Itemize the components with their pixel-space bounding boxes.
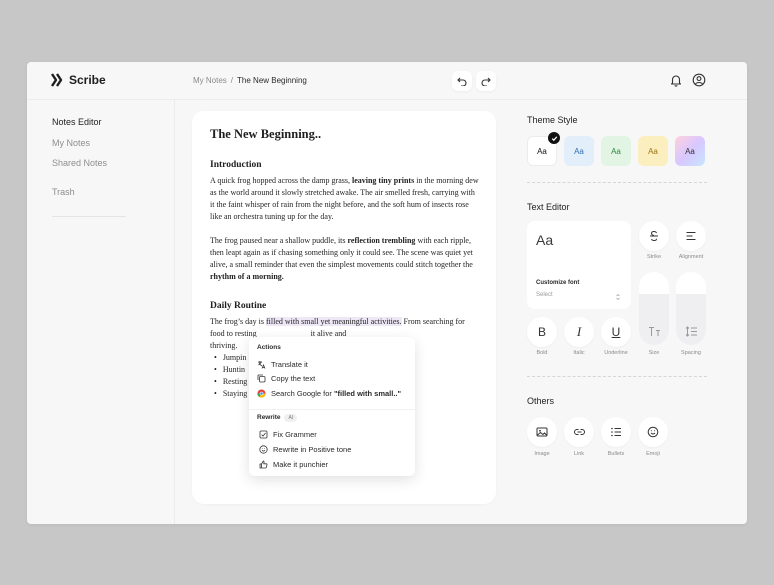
menu-item-label: Translate it (271, 360, 308, 369)
link-button[interactable] (564, 417, 594, 447)
size-slider[interactable] (639, 272, 669, 345)
actions-section-label: Actions (257, 344, 281, 351)
emoji-button[interactable] (638, 417, 668, 447)
strike-button[interactable] (639, 221, 669, 251)
size-slider-fill (639, 293, 669, 345)
scribe-logo-icon (51, 73, 63, 87)
menu-item-label: Copy the text (271, 374, 316, 383)
ai-badge: AI (284, 414, 298, 422)
alignment-label: Alignment (678, 254, 704, 260)
customize-font-label: Customize font (536, 280, 580, 286)
top-bar: Scribe My Notes / The New Beginning (27, 62, 747, 100)
menu-item-label: Search Google for "filled with small.." (271, 389, 402, 398)
app-logo[interactable]: Scribe (51, 73, 106, 87)
emoji-label: Emoji (646, 451, 660, 457)
menu-item-label: Make it punchier (273, 460, 329, 469)
size-label: Size (648, 350, 660, 356)
sidebar-item-trash[interactable]: Trash (52, 187, 75, 197)
spacing-slider[interactable] (676, 272, 706, 345)
routine-heading: Daily Routine (210, 301, 267, 311)
strike-label: Strike (646, 254, 662, 260)
translate-icon (258, 361, 266, 369)
menu-item-translate[interactable]: Translate it (257, 358, 308, 371)
breadcrumb: My Notes / The New Beginning (193, 76, 307, 85)
italic-label: Italic (573, 350, 585, 356)
sidebar-item-shared-notes[interactable]: Shared Notes (52, 158, 107, 168)
bullets-label: Bullets (607, 451, 625, 457)
menu-item-copy[interactable]: Copy the text (257, 372, 315, 385)
text-editor-title: Text Editor (527, 202, 570, 212)
undo-button[interactable] (452, 71, 472, 91)
smile-icon (259, 445, 268, 454)
bold-button[interactable]: B (527, 317, 557, 347)
breadcrumb-current: The New Beginning (237, 76, 307, 85)
menu-item-rewrite-positive[interactable]: Rewrite in Positive tone (259, 443, 351, 456)
sidebar-item-my-notes[interactable]: My Notes (52, 138, 90, 148)
intro-paragraph-2: The frog paused near a shallow puddle, i… (210, 236, 473, 281)
section-divider (527, 182, 707, 183)
checkbox-icon (259, 430, 268, 439)
bell-icon[interactable] (669, 73, 683, 87)
theme-style-title: Theme Style (527, 115, 578, 125)
sidebar-item-notes-editor[interactable]: Notes Editor (52, 117, 102, 127)
image-label: Image (534, 451, 550, 457)
font-preview: Aa (536, 232, 554, 248)
selected-check-icon (548, 132, 560, 144)
user-avatar-icon[interactable] (692, 73, 706, 87)
underline-button[interactable]: U (601, 317, 631, 347)
menu-item-fix-grammar[interactable]: Fix Grammer (259, 428, 317, 441)
breadcrumb-separator: / (230, 76, 234, 85)
menu-item-label: Fix Grammer (273, 430, 317, 439)
link-label: Link (573, 451, 585, 457)
bullets-button[interactable] (601, 417, 631, 447)
document-title: The New Beginning.. (210, 127, 322, 141)
image-button[interactable] (527, 417, 557, 447)
selected-text: filled with small yet meaningful activit… (266, 317, 402, 326)
menu-item-label: Rewrite in Positive tone (273, 445, 352, 454)
theme-swatch-gradient[interactable]: Aa (675, 136, 705, 166)
link-icon (573, 429, 585, 435)
undo-icon (457, 77, 467, 86)
bullet-list-icon (611, 427, 621, 437)
copy-icon (257, 374, 266, 383)
redo-icon (481, 77, 491, 86)
redo-button[interactable] (476, 71, 496, 91)
app-name: Scribe (69, 73, 106, 87)
others-title: Others (527, 396, 555, 406)
rewrite-section-label: Rewrite AI (257, 414, 298, 422)
size-icon (639, 326, 669, 337)
alignment-button[interactable] (676, 221, 706, 251)
strikethrough-icon (650, 230, 658, 242)
section-divider (527, 376, 707, 377)
intro-heading: Introduction (210, 160, 262, 170)
menu-item-search-google[interactable]: Search Google for "filled with small.." (257, 387, 401, 400)
line-spacing-icon (676, 326, 706, 337)
align-left-icon (686, 232, 696, 240)
menu-divider (249, 409, 415, 410)
font-select[interactable]: Select (536, 292, 553, 298)
bold-label: Bold (536, 350, 548, 356)
sidebar: Notes Editor My Notes Shared Notes Trash (27, 100, 175, 524)
theme-swatch-blue[interactable]: Aa (564, 136, 594, 166)
intro-paragraph-1: A quick frog hopped across the damp gras… (210, 176, 479, 221)
font-customizer-card[interactable]: Aa Customize font Select (527, 221, 631, 309)
underline-label: Underline (604, 350, 628, 356)
google-chrome-icon (257, 389, 266, 398)
spacing-label: Spacing (681, 350, 701, 356)
selection-context-menu: Actions Translate it Copy the text Searc… (249, 337, 415, 476)
image-icon (536, 427, 548, 437)
italic-button[interactable]: I (564, 317, 594, 347)
menu-item-make-punchier[interactable]: Make it punchier (259, 458, 328, 471)
emoji-icon (647, 426, 659, 438)
select-arrows-icon (616, 294, 620, 300)
theme-swatch-green[interactable]: Aa (601, 136, 631, 166)
thumbs-up-icon (259, 460, 268, 469)
breadcrumb-parent[interactable]: My Notes (193, 76, 227, 85)
sidebar-divider (52, 216, 126, 217)
theme-swatch-yellow[interactable]: Aa (638, 136, 668, 166)
spacing-slider-fill (676, 293, 706, 345)
